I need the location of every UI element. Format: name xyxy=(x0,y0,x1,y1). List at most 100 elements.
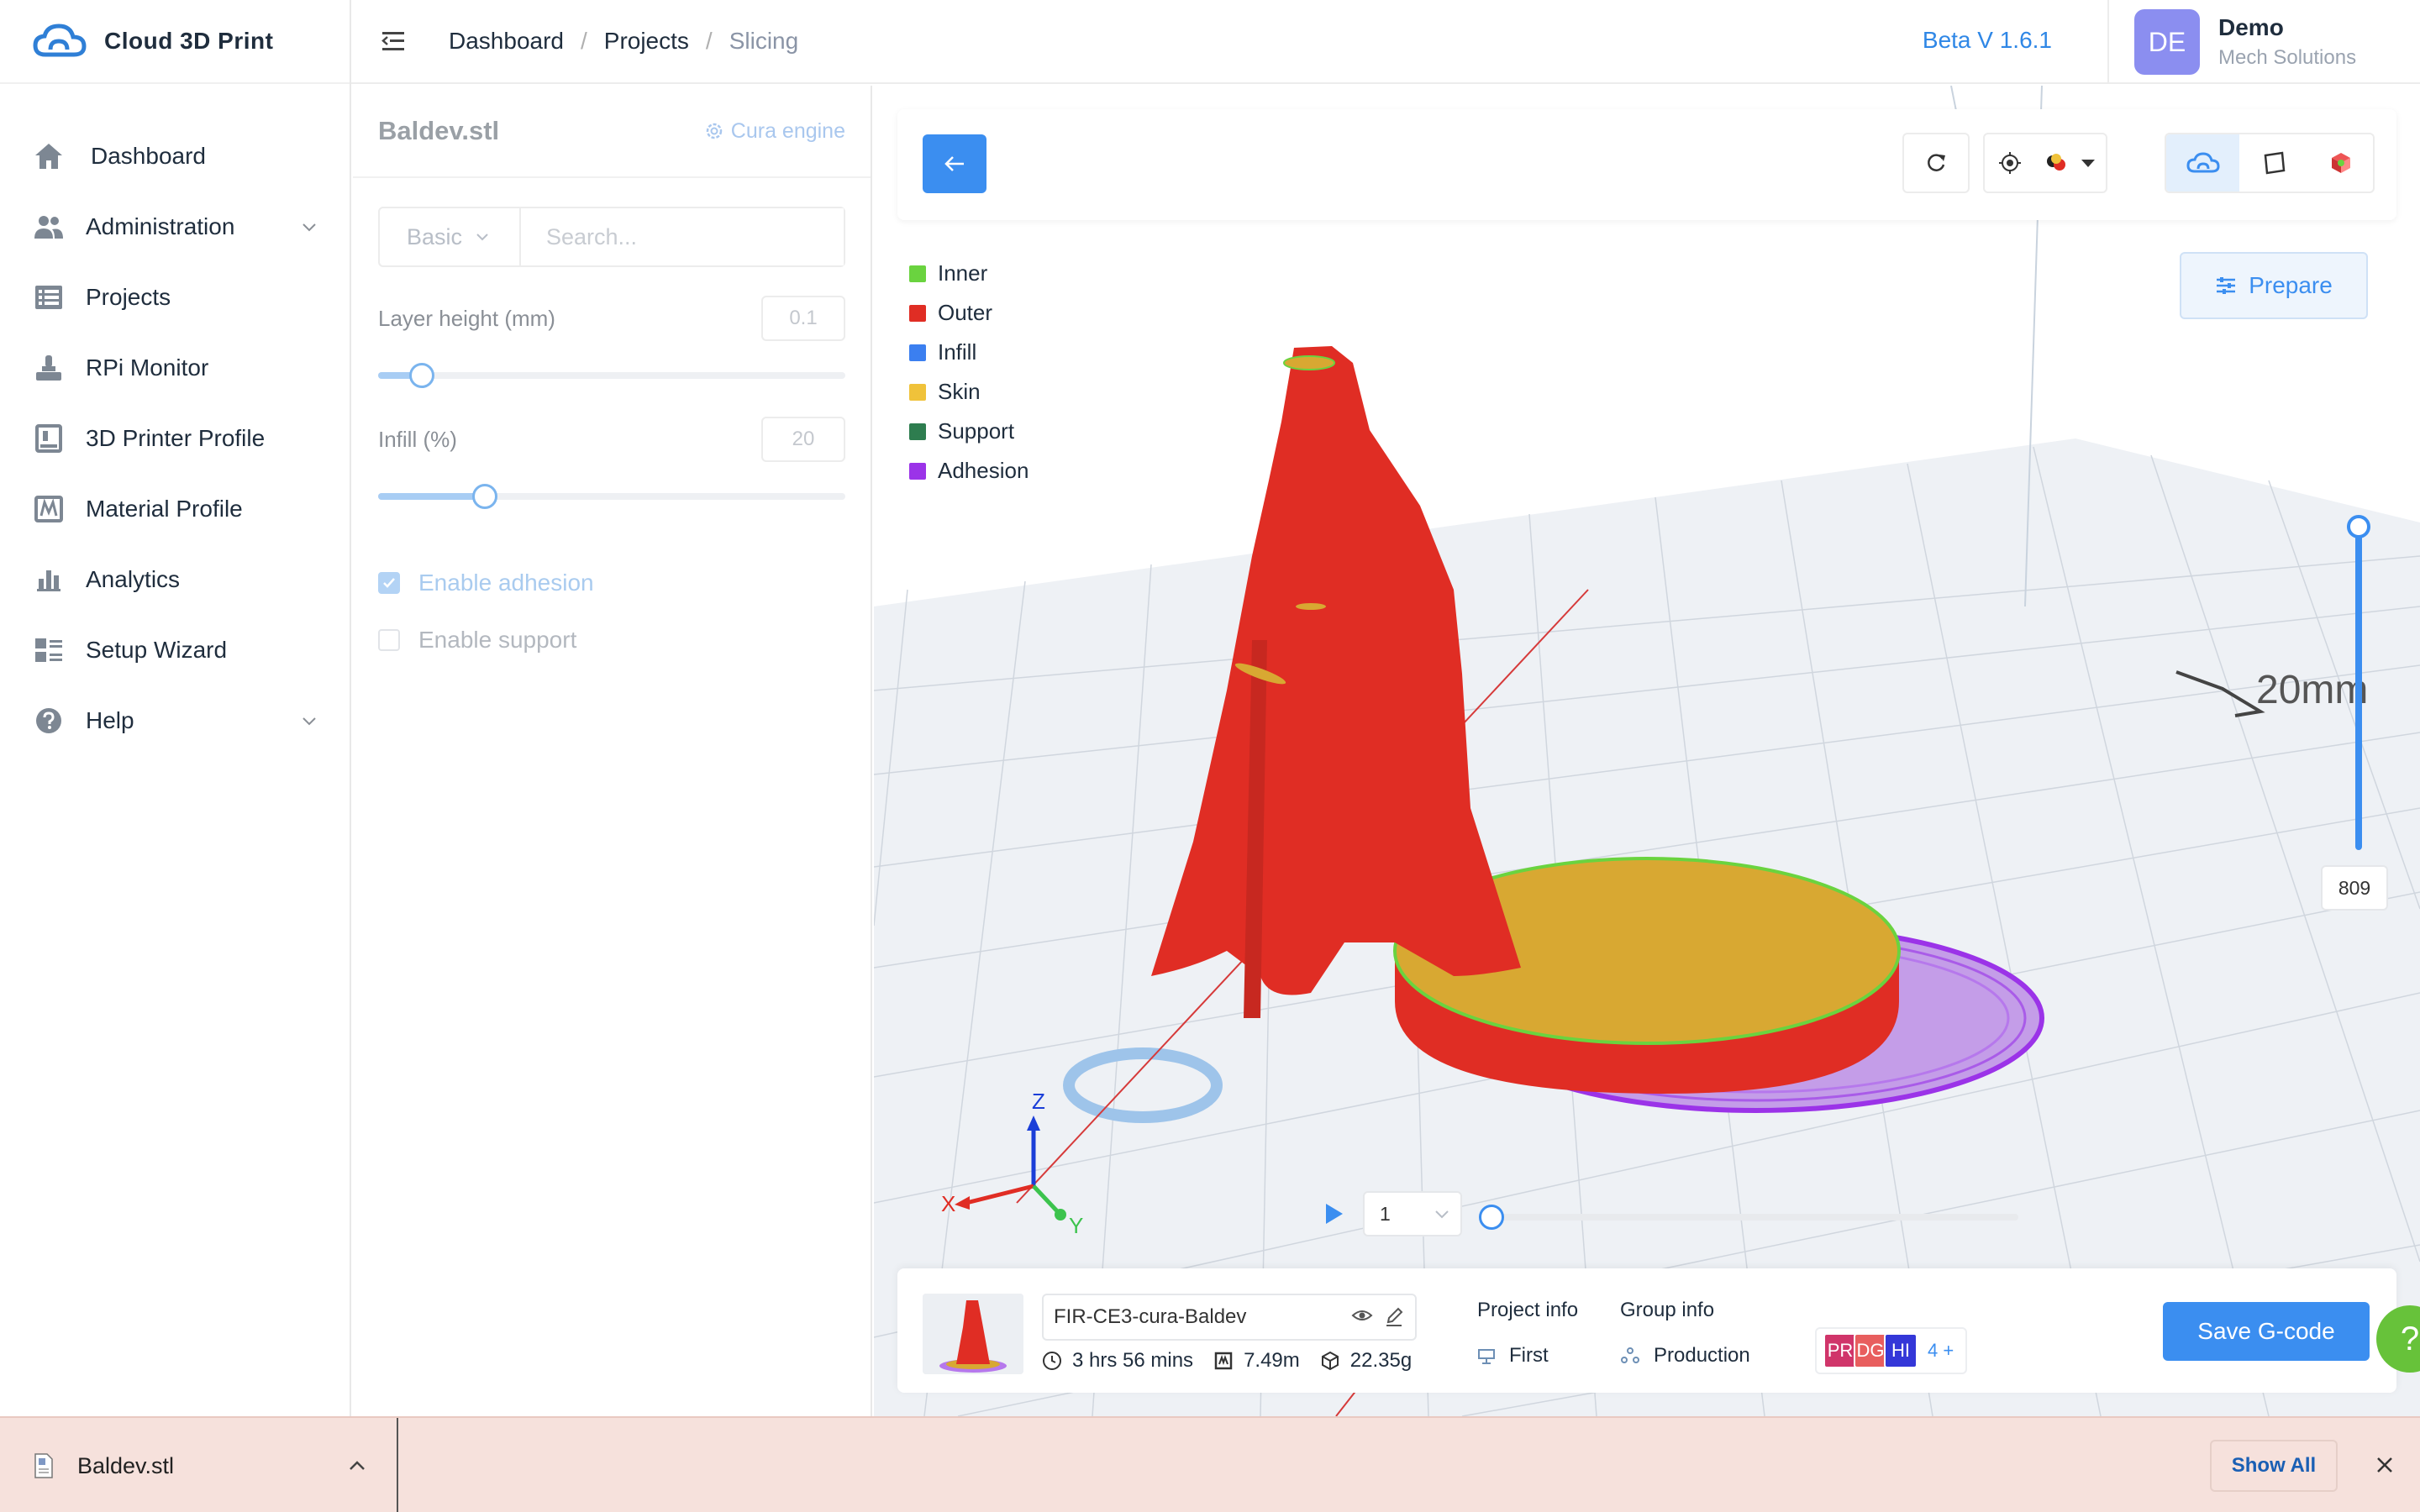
brand[interactable]: Cloud 3D Print xyxy=(0,0,350,84)
layer-slider-handle[interactable] xyxy=(2347,515,2370,538)
svg-text:X: X xyxy=(941,1191,955,1216)
chevron-down-icon xyxy=(1435,1210,1449,1219)
arrow-left-icon xyxy=(944,156,964,171)
model-thumbnail xyxy=(923,1294,1023,1374)
job-stats: 3 hrs 56 mins 7.49m 22.35g xyxy=(1042,1349,1432,1373)
infill-input[interactable]: 20 xyxy=(761,417,845,462)
chevron-down-icon xyxy=(302,223,316,232)
filament-length-value: 7.49m xyxy=(1244,1349,1300,1372)
close-downloads-button[interactable] xyxy=(2368,1448,2402,1482)
slider-handle[interactable] xyxy=(409,363,434,388)
eye-icon[interactable] xyxy=(1351,1307,1373,1324)
legend-item-skin: Skin xyxy=(909,372,1028,412)
sidebar-item-3d-printer-profile[interactable]: 3D Printer Profile xyxy=(0,403,350,474)
settings-mode-select[interactable]: Basic xyxy=(380,208,521,265)
check-icon xyxy=(383,578,395,588)
member-avatar: DG xyxy=(1854,1333,1887,1368)
legend-label: Skin xyxy=(938,379,981,404)
enable-support-row[interactable]: Enable support xyxy=(378,612,845,669)
focus-button[interactable] xyxy=(1985,134,2035,192)
layer-slider[interactable] xyxy=(2346,514,2371,850)
sidebar-item-label: Setup Wizard xyxy=(86,637,228,663)
wizard-icon xyxy=(34,635,64,665)
cloud-view-button[interactable] xyxy=(2166,134,2240,192)
filament-icon xyxy=(1214,1352,1233,1370)
user-menu[interactable]: DE Demo Mech Solutions xyxy=(2107,0,2420,84)
material-icon xyxy=(34,494,64,524)
cloud-logo-icon xyxy=(33,24,87,57)
viewer-toolbar xyxy=(897,109,2396,220)
top-header: Dashboard / Projects / Slicing Beta V 1.… xyxy=(351,0,2420,84)
layer-legend: Inner Outer Infill Skin Support Adhesion xyxy=(909,254,1028,491)
breadcrumb-dashboard[interactable]: Dashboard xyxy=(449,28,564,55)
infill-slider[interactable] xyxy=(378,479,845,512)
sidebar-item-dashboard[interactable]: Dashboard xyxy=(0,121,350,192)
frame-slider-handle[interactable] xyxy=(1479,1205,1504,1230)
layer-height-input[interactable]: 0.1 xyxy=(761,296,845,341)
legend-swatch xyxy=(909,265,926,282)
save-gcode-button[interactable]: Save G-code xyxy=(2163,1302,2370,1361)
back-button[interactable] xyxy=(923,134,986,193)
download-item[interactable]: Baldev.stl xyxy=(0,1418,398,1512)
settings-search-input[interactable] xyxy=(521,208,844,265)
legend-swatch xyxy=(909,304,926,322)
enable-support-checkbox[interactable] xyxy=(378,629,400,651)
avatar: DE xyxy=(2134,9,2200,75)
home-icon xyxy=(34,141,64,171)
member-avatar: PR xyxy=(1823,1333,1857,1368)
job-name-field[interactable]: FIR-CE3-cura-Baldev xyxy=(1042,1294,1417,1341)
edit-icon[interactable] xyxy=(1385,1307,1403,1327)
job-info-card: FIR-CE3-cura-Baldev 3 hrs 56 mins 7.49m … xyxy=(897,1268,2396,1393)
slider-handle[interactable] xyxy=(472,484,497,509)
chevron-down-icon xyxy=(302,717,316,726)
svg-text:Z: Z xyxy=(1032,1089,1045,1114)
refresh-icon xyxy=(1928,154,1945,171)
sidebar-item-rpi-monitor[interactable]: RPi Monitor xyxy=(0,333,350,403)
menu-fold-icon xyxy=(381,32,404,50)
enable-adhesion-row[interactable]: Enable adhesion xyxy=(378,554,845,612)
printer-icon xyxy=(34,423,64,454)
layer-view-icon xyxy=(2264,151,2286,175)
frame-select-value: 1 xyxy=(1380,1202,1391,1225)
prepare-button[interactable]: Prepare xyxy=(2180,252,2368,319)
sidebar-item-administration[interactable]: Administration xyxy=(0,192,350,262)
sidebar-item-analytics[interactable]: Analytics xyxy=(0,544,350,615)
layer-view-button[interactable] xyxy=(2239,134,2309,192)
xray-view-button[interactable] xyxy=(2310,134,2373,192)
menu-toggle-button[interactable] xyxy=(351,0,435,83)
download-file-name: Baldev.stl xyxy=(77,1452,175,1478)
layer-number-input[interactable]: 809 xyxy=(2321,865,2388,911)
sidebar-item-label: Material Profile xyxy=(86,496,243,522)
3d-viewer[interactable]: nt 20mm Z X Y xyxy=(874,86,2420,1416)
sidebar-item-material-profile[interactable]: Material Profile xyxy=(0,474,350,544)
frame-slider-track[interactable] xyxy=(1489,1214,2018,1221)
enable-adhesion-checkbox[interactable] xyxy=(378,572,400,594)
legend-item-outer: Outer xyxy=(909,293,1028,333)
sidebar-item-label: Analytics xyxy=(86,566,181,592)
member-avatars[interactable]: PR DG HI 4 + xyxy=(1815,1327,1968,1374)
layer-height-slider[interactable] xyxy=(378,358,845,391)
show-all-downloads-button[interactable]: Show All xyxy=(2210,1440,2338,1492)
sidebar-item-label: 3D Printer Profile xyxy=(86,425,266,451)
play-button[interactable] xyxy=(1318,1197,1351,1231)
breadcrumb-projects[interactable]: Projects xyxy=(604,28,689,55)
more-members-count[interactable]: 4 + xyxy=(1928,1340,1954,1362)
project-name: First xyxy=(1509,1344,1549,1367)
breadcrumb-slicing: Slicing xyxy=(729,28,799,54)
reset-view-button[interactable] xyxy=(1904,134,1968,192)
legend-label: Infill xyxy=(938,339,977,365)
sidebar-item-help[interactable]: Help xyxy=(0,685,350,756)
color-mode-dropdown[interactable] xyxy=(2035,134,2106,192)
chevron-down-icon xyxy=(476,234,488,241)
project-info: Project info First xyxy=(1477,1299,1578,1368)
chevron-up-icon[interactable] xyxy=(348,1460,366,1472)
sidebar-item-setup-wizard[interactable]: Setup Wizard xyxy=(0,615,350,685)
sidebar: Cloud 3D Print Dashboard Administration … xyxy=(0,0,351,1416)
group-link[interactable]: Production xyxy=(1620,1344,1750,1368)
sidebar-item-projects[interactable]: Projects xyxy=(0,262,350,333)
frame-select[interactable]: 1 xyxy=(1363,1191,1462,1236)
users-icon xyxy=(34,212,64,242)
project-link[interactable]: First xyxy=(1477,1344,1578,1368)
group-name: Production xyxy=(1654,1344,1750,1367)
model-thumbnail-image xyxy=(923,1294,1023,1374)
